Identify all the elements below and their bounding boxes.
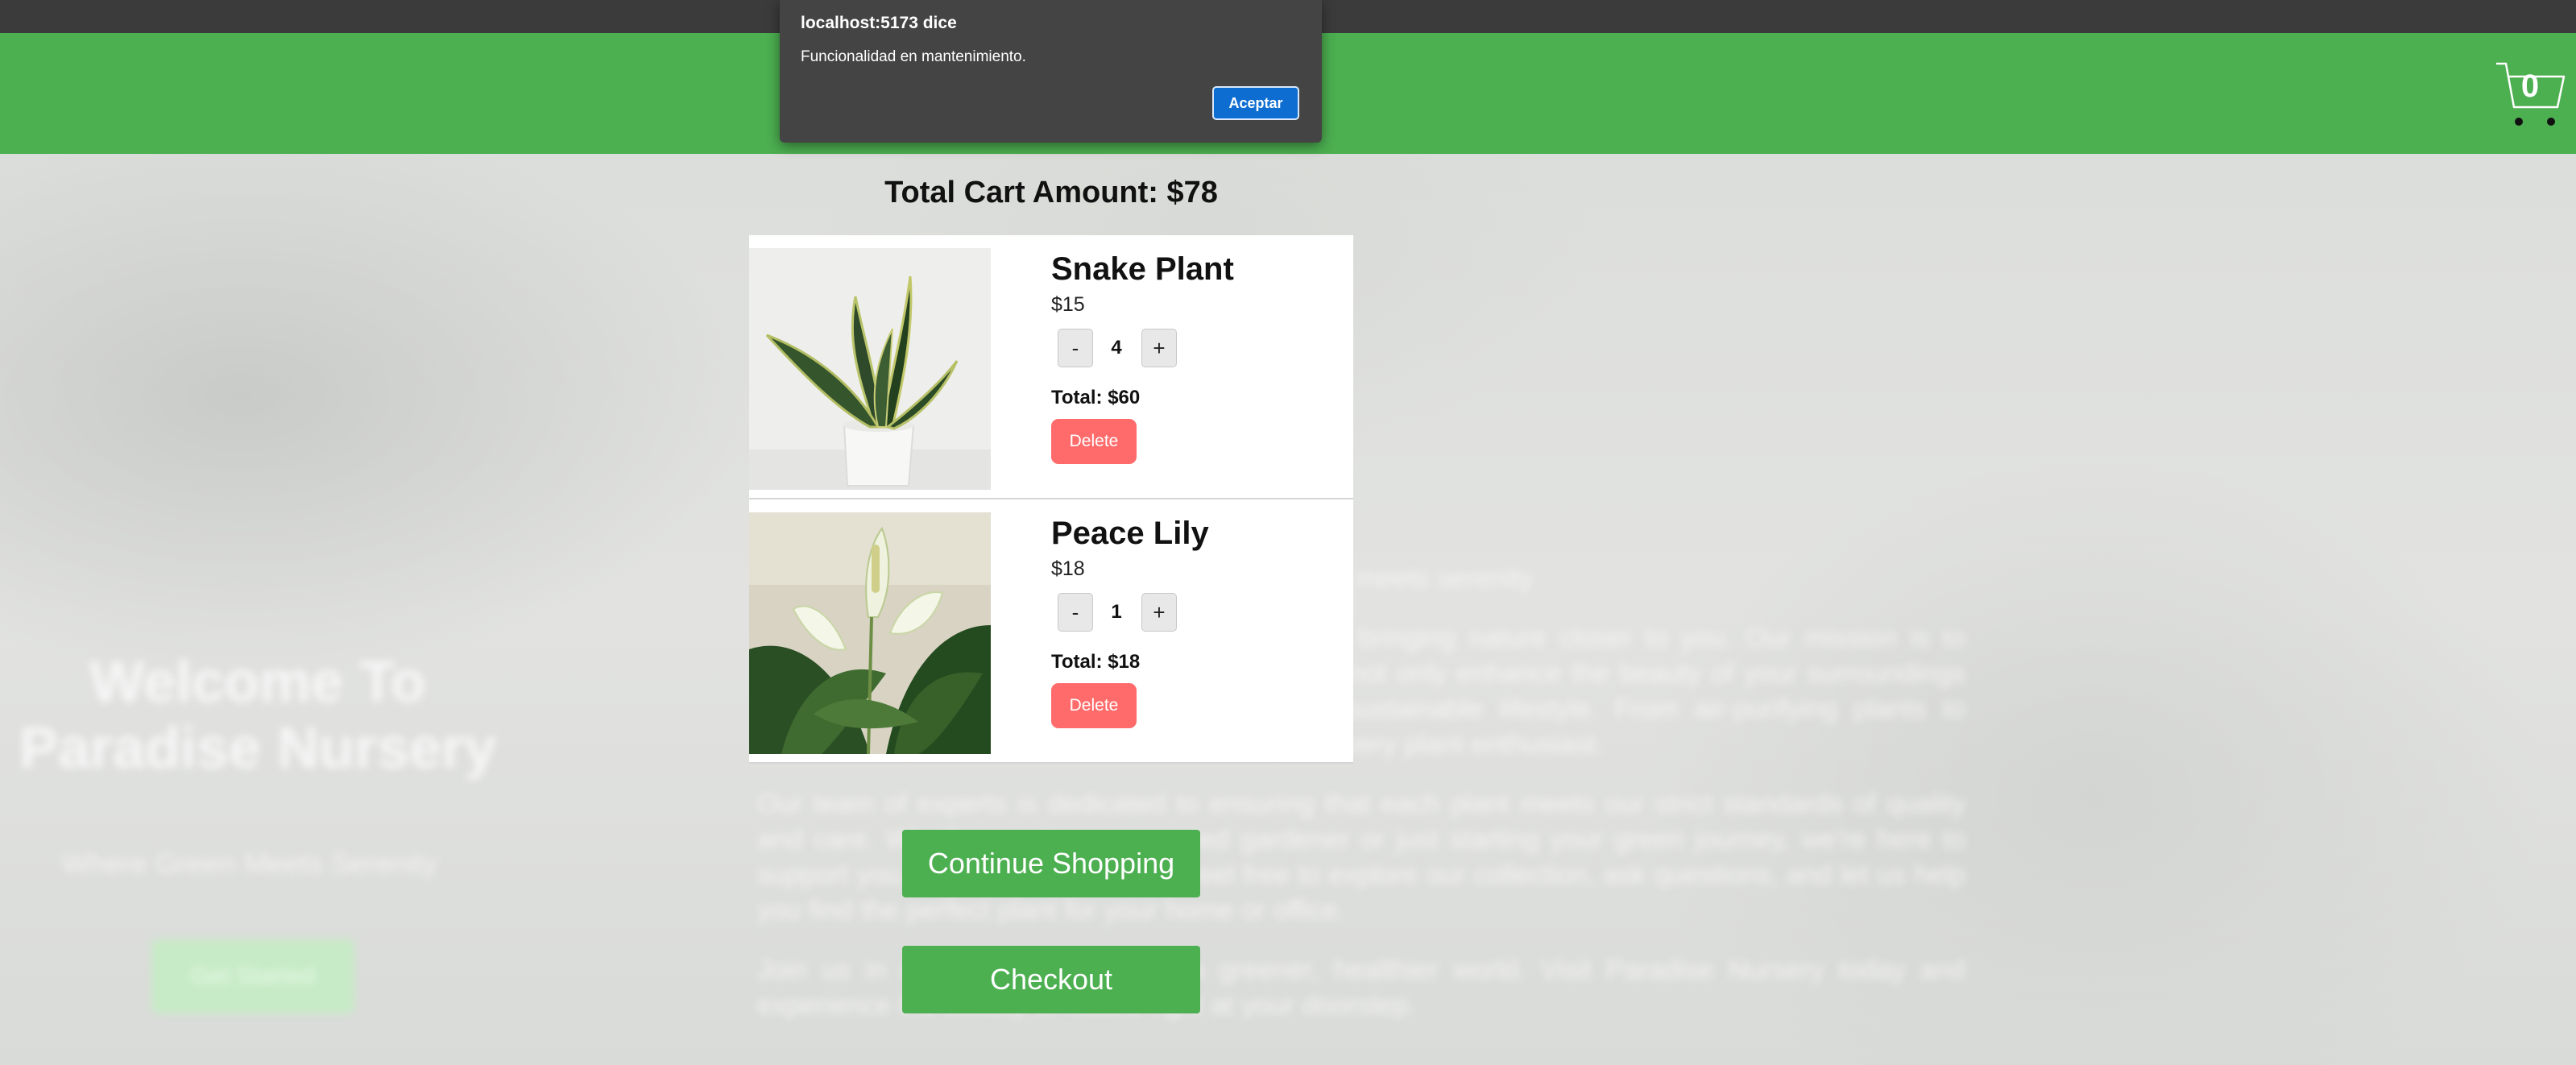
checkout-button[interactable]: Checkout — [902, 946, 1200, 1013]
cart-item: Snake Plant $15 - 4 + Total: $60 Delete — [749, 235, 1353, 499]
item-quantity: 1 — [1111, 601, 1122, 623]
dialog-ok-button[interactable]: Aceptar — [1212, 86, 1299, 120]
item-price: $18 — [1051, 557, 1085, 580]
delete-button[interactable]: Delete — [1051, 683, 1137, 728]
decrement-button[interactable]: - — [1058, 329, 1093, 367]
cart-items-list: Snake Plant $15 - 4 + Total: $60 Delete — [749, 235, 1353, 764]
decrement-button[interactable]: - — [1058, 593, 1093, 632]
item-quantity: 4 — [1111, 337, 1122, 358]
item-subtotal: Total: $60 — [1051, 387, 1141, 408]
snake-plant-image — [749, 248, 991, 490]
dialog-origin: localhost:5173 dice — [801, 14, 957, 32]
item-name: Peace Lily — [1051, 516, 1209, 551]
dialog-message: Funcionalidad en mantenimiento. — [801, 48, 1026, 65]
increment-button[interactable]: + — [1141, 329, 1177, 367]
welcome-tagline: Where Green Meets Serenity — [61, 847, 438, 880]
increment-button[interactable]: + — [1141, 593, 1177, 632]
cart-count-badge[interactable]: 0 — [2493, 68, 2567, 105]
item-name: Snake Plant — [1051, 251, 1234, 287]
welcome-heading: Welcome To Paradise Nursery — [19, 650, 497, 781]
continue-shopping-button[interactable]: Continue Shopping — [902, 830, 1200, 897]
cart-total-amount: Total Cart Amount: $78 — [884, 176, 1218, 209]
cart-item: Peace Lily $18 - 1 + Total: $18 Delete — [749, 499, 1353, 764]
item-subtotal: Total: $18 — [1051, 651, 1141, 673]
alert-dialog: localhost:5173 dice Funcionalidad en man… — [780, 0, 1322, 143]
delete-button[interactable]: Delete — [1051, 419, 1137, 464]
peace-lily-image — [749, 512, 991, 754]
item-price: $15 — [1051, 293, 1085, 316]
get-started-button: Get Started — [151, 939, 354, 1013]
